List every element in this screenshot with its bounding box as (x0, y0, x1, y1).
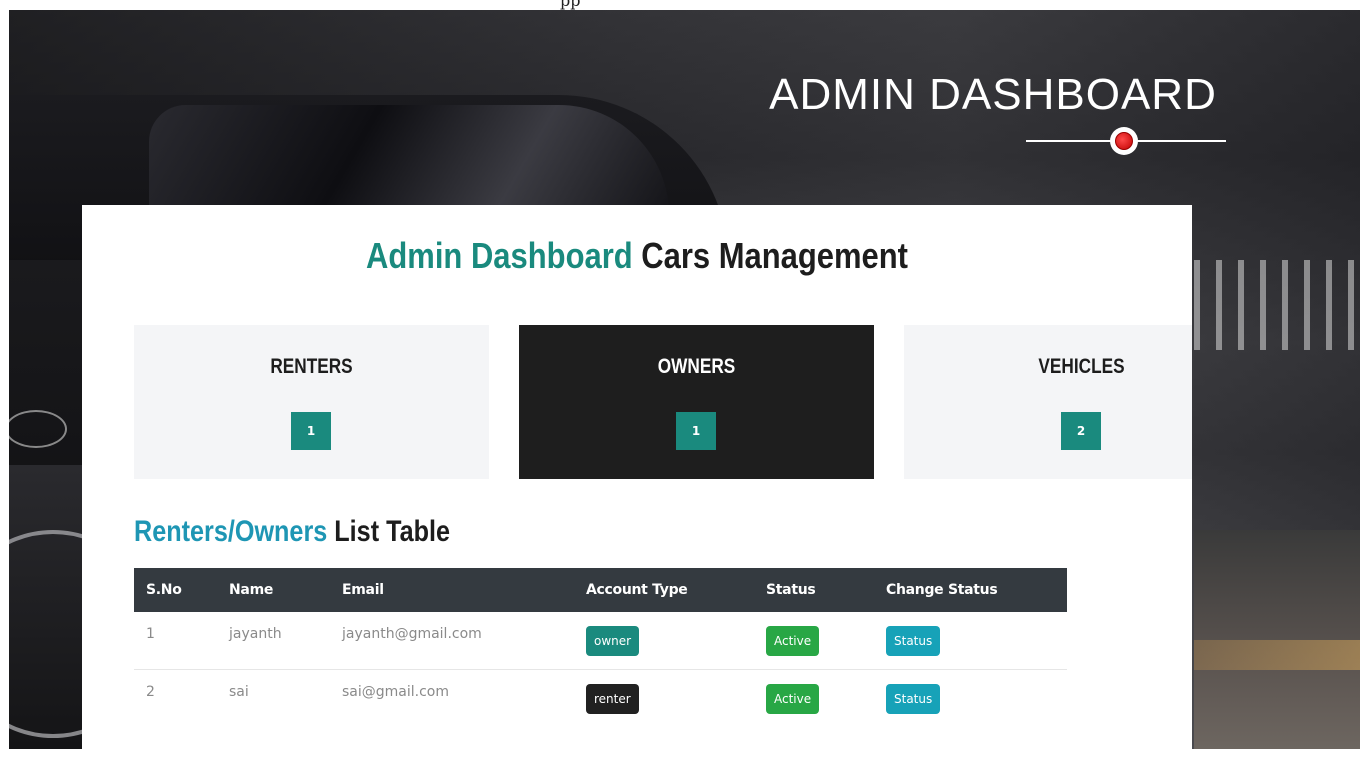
table-heading-accent: Renters/Owners (134, 515, 328, 548)
cell-name: sai (229, 684, 249, 700)
page-title: Admin Dashboard Cars Management (160, 235, 1115, 277)
cell-name: jayanth (229, 626, 282, 642)
cell-email: sai@gmail.com (342, 684, 449, 700)
col-header-sno: S.No (146, 582, 182, 598)
stat-card-owners[interactable]: OWNERS 1 (519, 325, 874, 479)
table-heading-rest: List Table (334, 515, 451, 548)
col-header-name: Name (229, 582, 274, 598)
stat-count-owners: 1 (676, 412, 716, 450)
table-header-row: S.No Name Email Account Type Status Chan… (134, 568, 1067, 612)
stat-label-owners: OWNERS (657, 355, 736, 378)
page-title-rest: Cars Management (641, 235, 908, 276)
stat-label-renters: RENTERS (270, 355, 353, 378)
page-title-accent: Admin Dashboard (366, 235, 633, 276)
account-type-badge: renter (586, 684, 639, 714)
col-header-account-type: Account Type (586, 582, 688, 598)
hero-title: ADMIN DASHBOARD (769, 70, 1217, 119)
table-row: 2 sai sai@gmail.com renter Active Status (134, 670, 1067, 727)
table-heading: Renters/Owners List Table (134, 515, 450, 549)
stat-label-vehicles: VEHICLES (1038, 355, 1125, 378)
table-row: 1 jayanth jayanth@gmail.com owner Active… (134, 612, 1067, 670)
col-header-email: Email (342, 582, 384, 598)
car-glass-shape (149, 105, 669, 215)
change-status-button[interactable]: Status (886, 684, 941, 714)
clipped-header-text: pp (560, 0, 581, 10)
stat-count-vehicles: 2 (1061, 412, 1101, 450)
users-table: S.No Name Email Account Type Status Chan… (134, 568, 1067, 727)
col-header-change-status: Change Status (886, 582, 998, 598)
dashboard-panel: Admin Dashboard Cars Management RENTERS … (82, 205, 1192, 749)
stat-card-vehicles[interactable]: VEHICLES 2 (904, 325, 1192, 479)
cell-sno: 2 (146, 684, 155, 700)
change-status-button[interactable]: Status (886, 626, 941, 656)
bottom-strip (0, 749, 1360, 761)
cell-sno: 1 (146, 626, 155, 642)
left-edge (0, 10, 9, 761)
status-badge: Active (766, 684, 820, 714)
account-type-badge: owner (586, 626, 640, 656)
background-lights (1194, 640, 1360, 670)
background-fence (1194, 260, 1360, 350)
stat-card-renters[interactable]: RENTERS 1 (134, 325, 489, 479)
stat-count-renters: 1 (291, 412, 331, 450)
col-header-status: Status (766, 582, 816, 598)
cell-email: jayanth@gmail.com (342, 626, 482, 642)
top-strip: pp (0, 0, 1360, 10)
status-badge: Active (766, 626, 820, 656)
red-dot-icon (1110, 127, 1138, 155)
